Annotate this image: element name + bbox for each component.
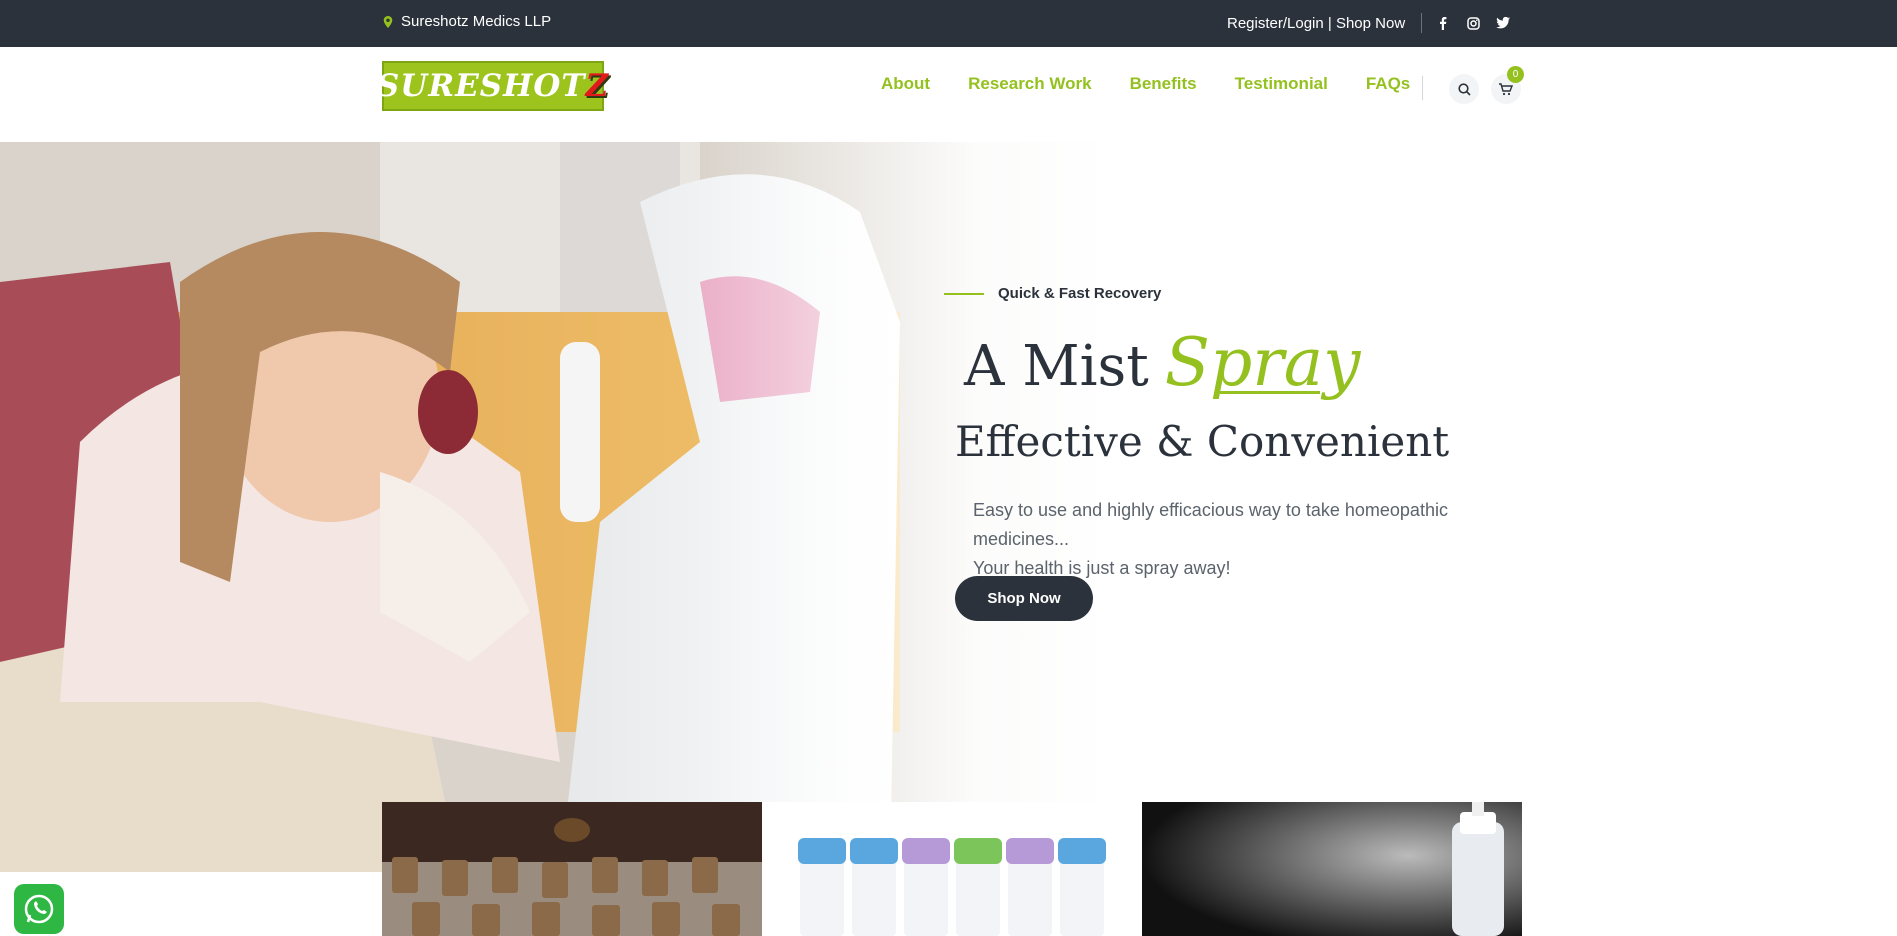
company-name: Sureshotz Medics LLP [401,13,552,30]
cart-count-badge: 0 [1507,66,1524,83]
whatsapp-icon [24,894,54,924]
pellet-tubes-image [762,802,1142,936]
logo-main: SURESHOT [376,68,586,104]
instagram-icon[interactable] [1466,16,1480,30]
nav-research-work[interactable]: Research Work [968,74,1091,94]
hero-desc-line1: Easy to use and highly efficacious way t… [973,500,1448,549]
kicker-line [944,292,984,295]
feature-cards [382,802,1522,936]
map-pin-icon [383,15,393,28]
hero-title-main: A Mist [964,334,1149,399]
top-bar: Sureshotz Medics LLP Register/Login | Sh… [0,0,1897,47]
hero-kicker: Quick & Fast Recovery [944,285,1161,302]
hero-description: Easy to use and highly efficacious way t… [973,496,1533,583]
main-header: SURESHOTZ About Research Work Benefits T… [0,47,1897,142]
cork-bottles-image [382,802,762,936]
topbar-right: Register/Login | Shop Now [1227,13,1511,33]
twitter-icon[interactable] [1496,16,1511,30]
card-mist-spray[interactable] [1142,802,1522,936]
mist-spray-image [1142,802,1522,936]
topbar-divider [1421,13,1423,33]
register-login-shop-link[interactable]: Register/Login | Shop Now [1227,15,1405,32]
card-pellet-tubes[interactable] [762,802,1142,936]
kicker-text: Quick & Fast Recovery [998,285,1162,302]
search-icon [1457,82,1471,96]
hero-subtitle: Effective & Convenient [955,417,1450,466]
nav-faqs[interactable]: FAQs [1366,74,1410,94]
hero-section: Quick & Fast Recovery A Mist Spray Effec… [0,142,1897,872]
cart-icon [1499,82,1513,95]
hero-title: A Mist Spray [964,324,1360,401]
card-cork-bottles[interactable] [382,802,762,936]
whatsapp-chat-button[interactable] [14,884,64,934]
nav-about[interactable]: About [881,74,930,94]
social-links [1436,16,1511,30]
nav-benefits[interactable]: Benefits [1130,74,1197,94]
site-logo[interactable]: SURESHOTZ [377,61,608,111]
company-location: Sureshotz Medics LLP [383,13,551,30]
logo-text: SURESHOTZ [377,68,609,104]
hero-title-accent: Spray [1164,324,1361,401]
search-button[interactable] [1449,74,1479,104]
logo-tail: Z [585,68,610,104]
hero-title-underline [1220,391,1320,394]
nav-testimonial[interactable]: Testimonial [1235,74,1328,94]
facebook-icon[interactable] [1436,16,1450,30]
main-nav: About Research Work Benefits Testimonial… [881,74,1410,94]
shop-now-button[interactable]: Shop Now [955,576,1093,621]
header-divider [1422,76,1423,100]
